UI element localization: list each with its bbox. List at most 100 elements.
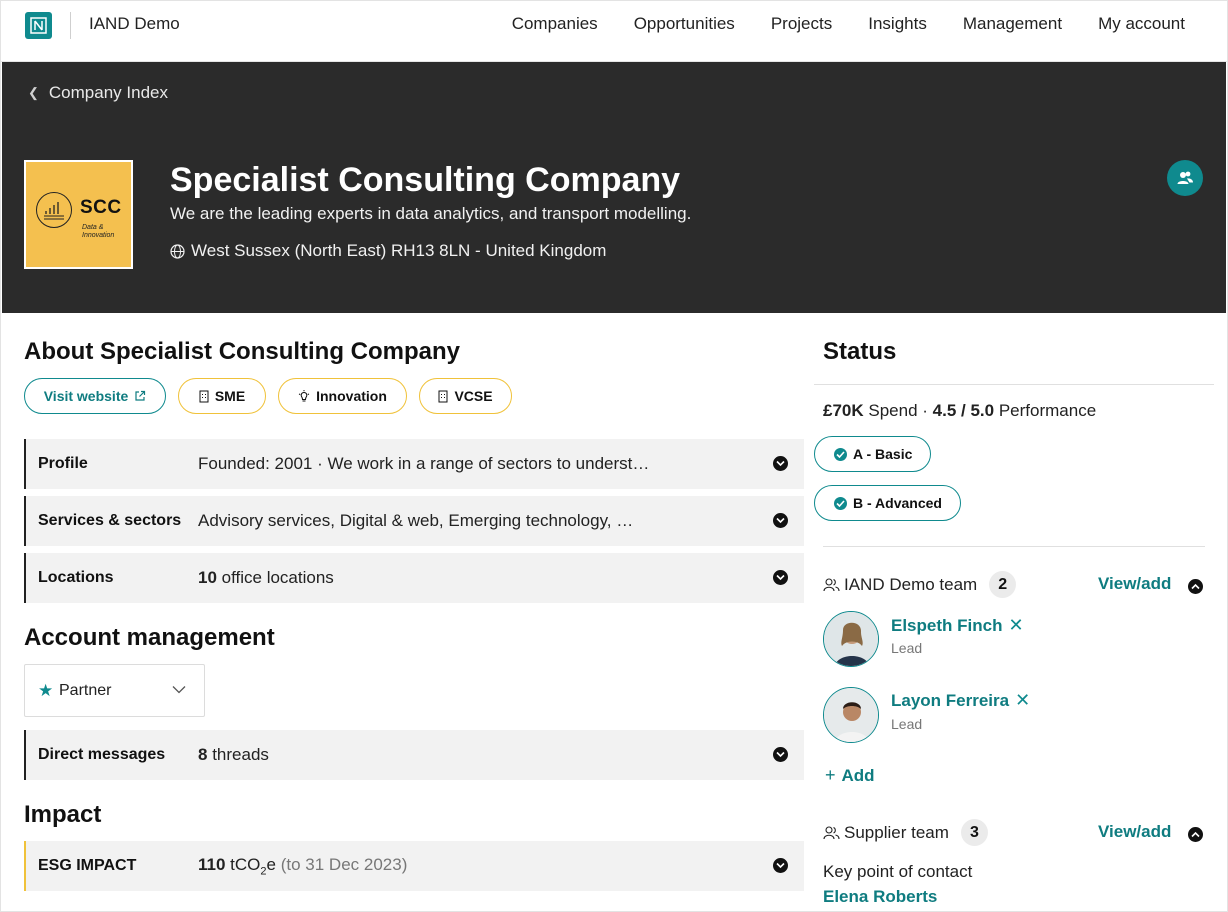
visit-website-button[interactable]: Visit website (24, 378, 166, 414)
star-icon: ★ (38, 681, 54, 700)
chevron-left-icon: ❮ (28, 85, 39, 100)
spend-value: £70K (823, 401, 864, 420)
team-member-role: Lead (891, 716, 923, 732)
avatar[interactable] (823, 687, 879, 743)
certification-label: A - Basic (853, 446, 913, 462)
locations-unit: office locations (221, 568, 334, 587)
building-icon (438, 390, 448, 402)
row-value: 110 tCO2e (to 31 Dec 2023) (198, 855, 407, 877)
member-name-text: Layon Ferreira (891, 690, 1010, 710)
direct-messages-row[interactable]: Direct messages 8 threads (24, 730, 804, 780)
row-label: Direct messages (38, 746, 166, 763)
iand-team-header: IAND Demo team 2 (823, 571, 1017, 598)
services-sectors-row[interactable]: Services & sectors Advisory services, Di… (24, 496, 804, 546)
tag-vcse-label: VCSE (454, 388, 493, 404)
key-contact-name[interactable]: Elena Roberts (823, 887, 937, 907)
chevron-down-icon[interactable] (773, 570, 788, 585)
row-label: Services & sectors (38, 512, 182, 529)
row-label: ESG IMPACT (38, 857, 137, 874)
spend-label: Spend · (868, 401, 928, 420)
certification-badge-a[interactable]: A - Basic (814, 436, 932, 472)
performance-value: 4.5 / 5.0 (932, 401, 995, 420)
locations-count: 10 (198, 568, 217, 587)
avatar[interactable] (823, 611, 879, 667)
tag-sme-label: SME (214, 388, 246, 404)
chevron-down-icon (172, 686, 186, 694)
tag-innovation-label: Innovation (316, 388, 387, 404)
team-count-badge: 2 (989, 571, 1017, 598)
company-tagline: We are the leading experts in data analy… (170, 204, 692, 223)
nav-link-opportunities[interactable]: Opportunities (634, 14, 735, 34)
tag-sme[interactable]: SME (178, 378, 266, 414)
profile-row[interactable]: Profile Founded: 2001 · We work in a ran… (24, 439, 804, 489)
row-value: Founded: 2001 · We work in a range of se… (198, 454, 650, 473)
company-hero: ❮ Company Index SCC Data & Innovation Sp… (2, 62, 1226, 313)
account-tier-select[interactable]: ★ Partner (24, 664, 205, 717)
team-count-badge: 3 (960, 819, 988, 846)
team-member-role: Lead (891, 640, 923, 656)
tag-vcse[interactable]: VCSE (419, 378, 512, 414)
esg-unit: tCO (230, 854, 261, 874)
nav-link-management[interactable]: Management (963, 14, 1062, 34)
company-logo: SCC Data & Innovation (24, 160, 133, 269)
chevron-down-icon[interactable] (773, 456, 788, 471)
lightbulb-icon (298, 389, 310, 401)
chevron-down-icon[interactable] (773, 513, 788, 528)
team-member-name[interactable]: Layon Ferreira ✕ (891, 690, 1030, 711)
check-circle-icon (834, 496, 847, 510)
messages-count: 8 (198, 745, 208, 764)
performance-label: Performance (998, 401, 1097, 420)
team-member-name[interactable]: Elspeth Finch ✕ (891, 615, 1024, 636)
key-contact-label: Key point of contact (823, 862, 973, 881)
close-icon[interactable]: ✕ (1008, 615, 1023, 636)
divider (823, 546, 1205, 547)
divider (814, 384, 1214, 385)
supplier-team-header: Supplier team 3 (823, 819, 988, 846)
tag-innovation[interactable]: Innovation (278, 378, 407, 414)
esg-unit-suffix: e (266, 854, 276, 874)
company-location: West Sussex (North East) RH13 8LN - Unit… (170, 241, 606, 261)
add-label: Add (841, 765, 875, 785)
nav-divider (70, 12, 71, 39)
external-link-icon (135, 390, 146, 401)
certification-label: B - Advanced (853, 495, 942, 511)
company-title: Specialist Consulting Company (170, 161, 681, 199)
close-icon[interactable]: ✕ (1015, 690, 1030, 711)
about-heading: About Specialist Consulting Company (24, 338, 461, 365)
spend-performance-summary: £70K Spend · 4.5 / 5.0 Performance (823, 401, 1096, 421)
team-icon (823, 826, 840, 840)
app-logo-icon[interactable] (25, 12, 52, 39)
nav-link-companies[interactable]: Companies (512, 14, 598, 34)
top-nav: IAND Demo Companies Opportunities Projec… (0, 0, 1228, 62)
supplier-team-view-add-link[interactable]: View/add (1098, 822, 1171, 842)
row-label: Locations (38, 569, 114, 586)
nav-link-my-account[interactable]: My account (1098, 14, 1185, 34)
nav-link-insights[interactable]: Insights (868, 14, 927, 34)
status-heading: Status (823, 338, 897, 365)
users-icon (1177, 171, 1193, 184)
row-label: Profile (38, 455, 88, 472)
brand-name[interactable]: IAND Demo (89, 14, 180, 34)
team-title: IAND Demo team (844, 574, 978, 594)
impact-heading: Impact (24, 801, 102, 828)
add-team-member-button[interactable]: + Add (825, 765, 875, 786)
globe-icon (170, 243, 185, 259)
chevron-up-icon[interactable] (1188, 579, 1203, 594)
esg-impact-row[interactable]: ESG IMPACT 110 tCO2e (to 31 Dec 2023) (24, 841, 804, 891)
chevron-down-icon[interactable] (773, 747, 788, 762)
esg-date-note: (to 31 Dec 2023) (280, 854, 408, 874)
breadcrumb[interactable]: ❮ Company Index (28, 83, 168, 103)
chevron-down-icon[interactable] (773, 858, 788, 873)
certification-badge-b[interactable]: B - Advanced (814, 485, 961, 521)
logo-text: SCC (80, 197, 122, 218)
follow-company-button[interactable] (1167, 160, 1203, 196)
building-icon (199, 390, 209, 402)
iand-team-view-add-link[interactable]: View/add (1098, 574, 1171, 594)
chevron-up-icon[interactable] (1188, 827, 1203, 842)
locations-row[interactable]: Locations 10 office locations (24, 553, 804, 603)
row-value: Advisory services, Digital & web, Emergi… (198, 511, 634, 530)
logo-subtext: Data & Innovation (82, 224, 115, 239)
nav-link-projects[interactable]: Projects (771, 14, 832, 34)
breadcrumb-label: Company Index (48, 83, 168, 102)
check-circle-icon (834, 447, 847, 461)
